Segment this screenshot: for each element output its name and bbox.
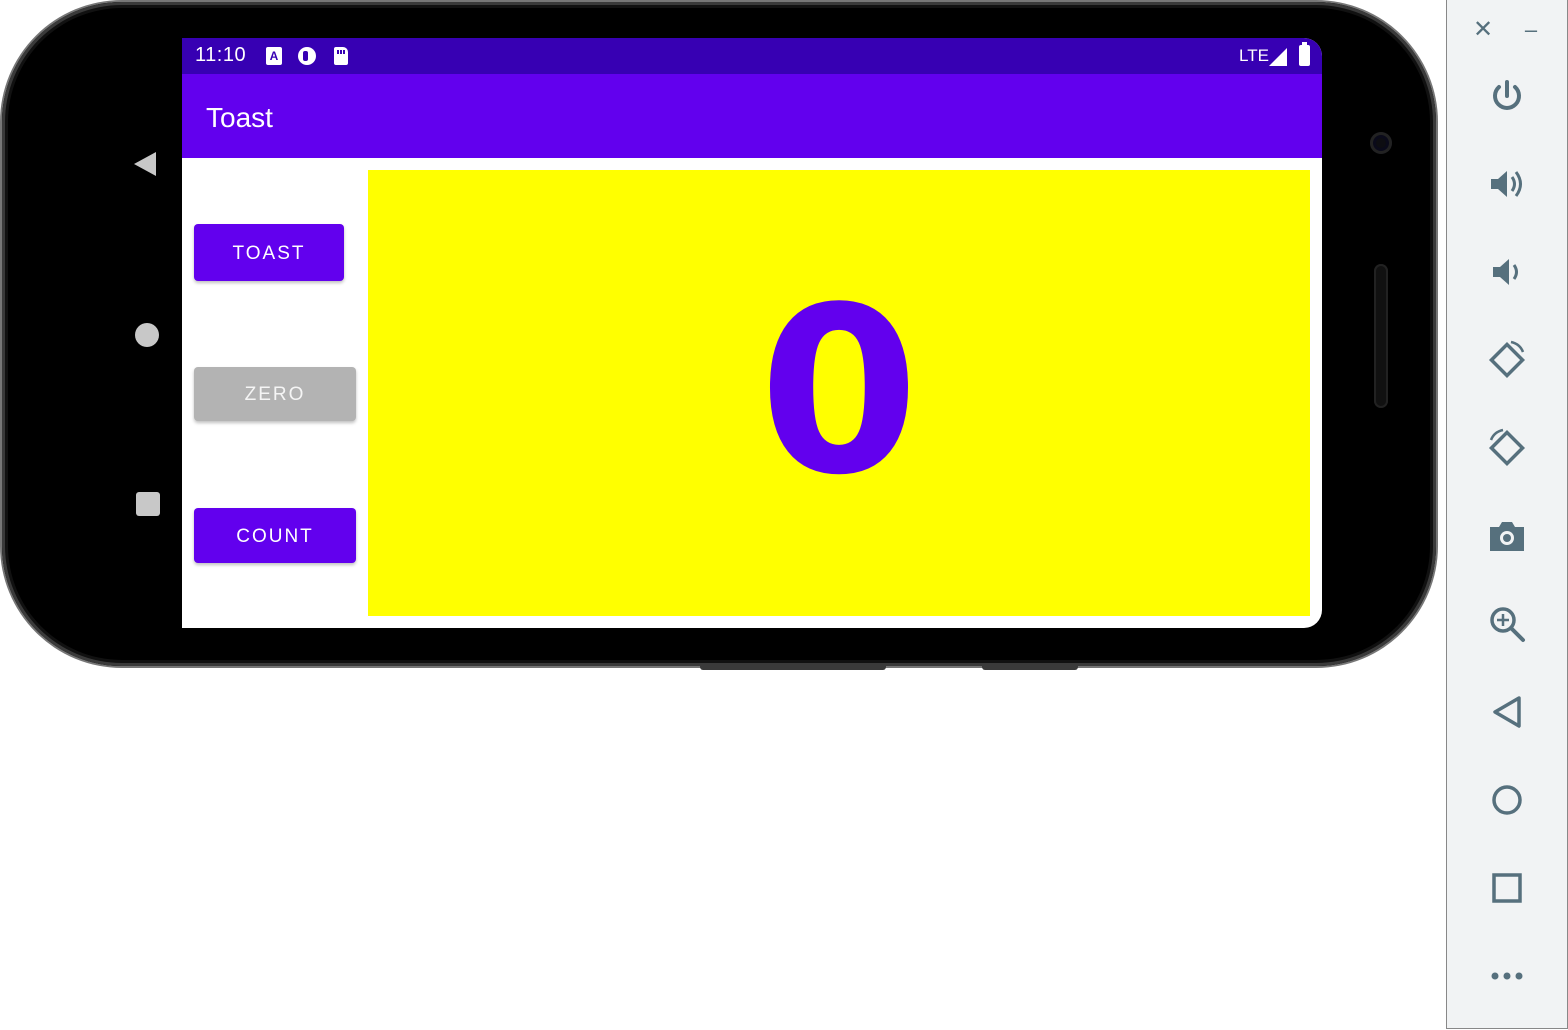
- minimize-icon[interactable]: –: [1519, 16, 1543, 44]
- nav-home-icon[interactable]: [135, 323, 159, 347]
- home-icon[interactable]: [1487, 780, 1527, 820]
- nav-back-icon[interactable]: [134, 152, 156, 176]
- count-display: 0: [368, 170, 1310, 616]
- rotate-left-icon[interactable]: [1487, 340, 1527, 380]
- more-icon[interactable]: [1487, 956, 1527, 996]
- app-notification-icon: [298, 47, 316, 65]
- front-camera-icon: [1370, 132, 1392, 154]
- count-value: 0: [758, 259, 920, 526]
- keyboard-notification-icon: A: [266, 47, 282, 65]
- phone-speaker: [1374, 264, 1388, 408]
- toast-button[interactable]: TOAST: [194, 224, 344, 281]
- volume-up-icon[interactable]: [1487, 164, 1527, 204]
- app-title: Toast: [206, 102, 273, 133]
- overview-icon[interactable]: [1487, 868, 1527, 908]
- volume-down-icon[interactable]: [1487, 252, 1527, 292]
- camera-icon[interactable]: [1487, 516, 1527, 556]
- count-button[interactable]: COUNT: [194, 508, 356, 563]
- phone-side-button: [700, 664, 886, 670]
- status-time: 11:10: [195, 44, 247, 66]
- nav-recents-icon[interactable]: [136, 492, 160, 516]
- zero-button[interactable]: ZERO: [194, 367, 356, 421]
- signal-icon: [1269, 48, 1287, 66]
- close-icon[interactable]: ✕: [1471, 16, 1495, 44]
- back-icon[interactable]: [1487, 692, 1527, 732]
- phone-side-button: [982, 664, 1078, 670]
- emulator-toolbar: ✕ –: [1446, 0, 1568, 1029]
- zoom-icon[interactable]: [1487, 604, 1527, 644]
- app-bar: Toast: [182, 74, 1322, 158]
- battery-icon: [1299, 42, 1310, 66]
- rotate-right-icon[interactable]: [1487, 428, 1527, 468]
- network-type: LTE: [1239, 46, 1269, 65]
- device-screen: 11:10 A LTE Toast TOAST ZERO COUNT 0: [182, 38, 1322, 628]
- sd-card-icon: [334, 47, 348, 65]
- status-bar: 11:10 A LTE: [182, 38, 1322, 74]
- power-icon[interactable]: [1487, 76, 1527, 116]
